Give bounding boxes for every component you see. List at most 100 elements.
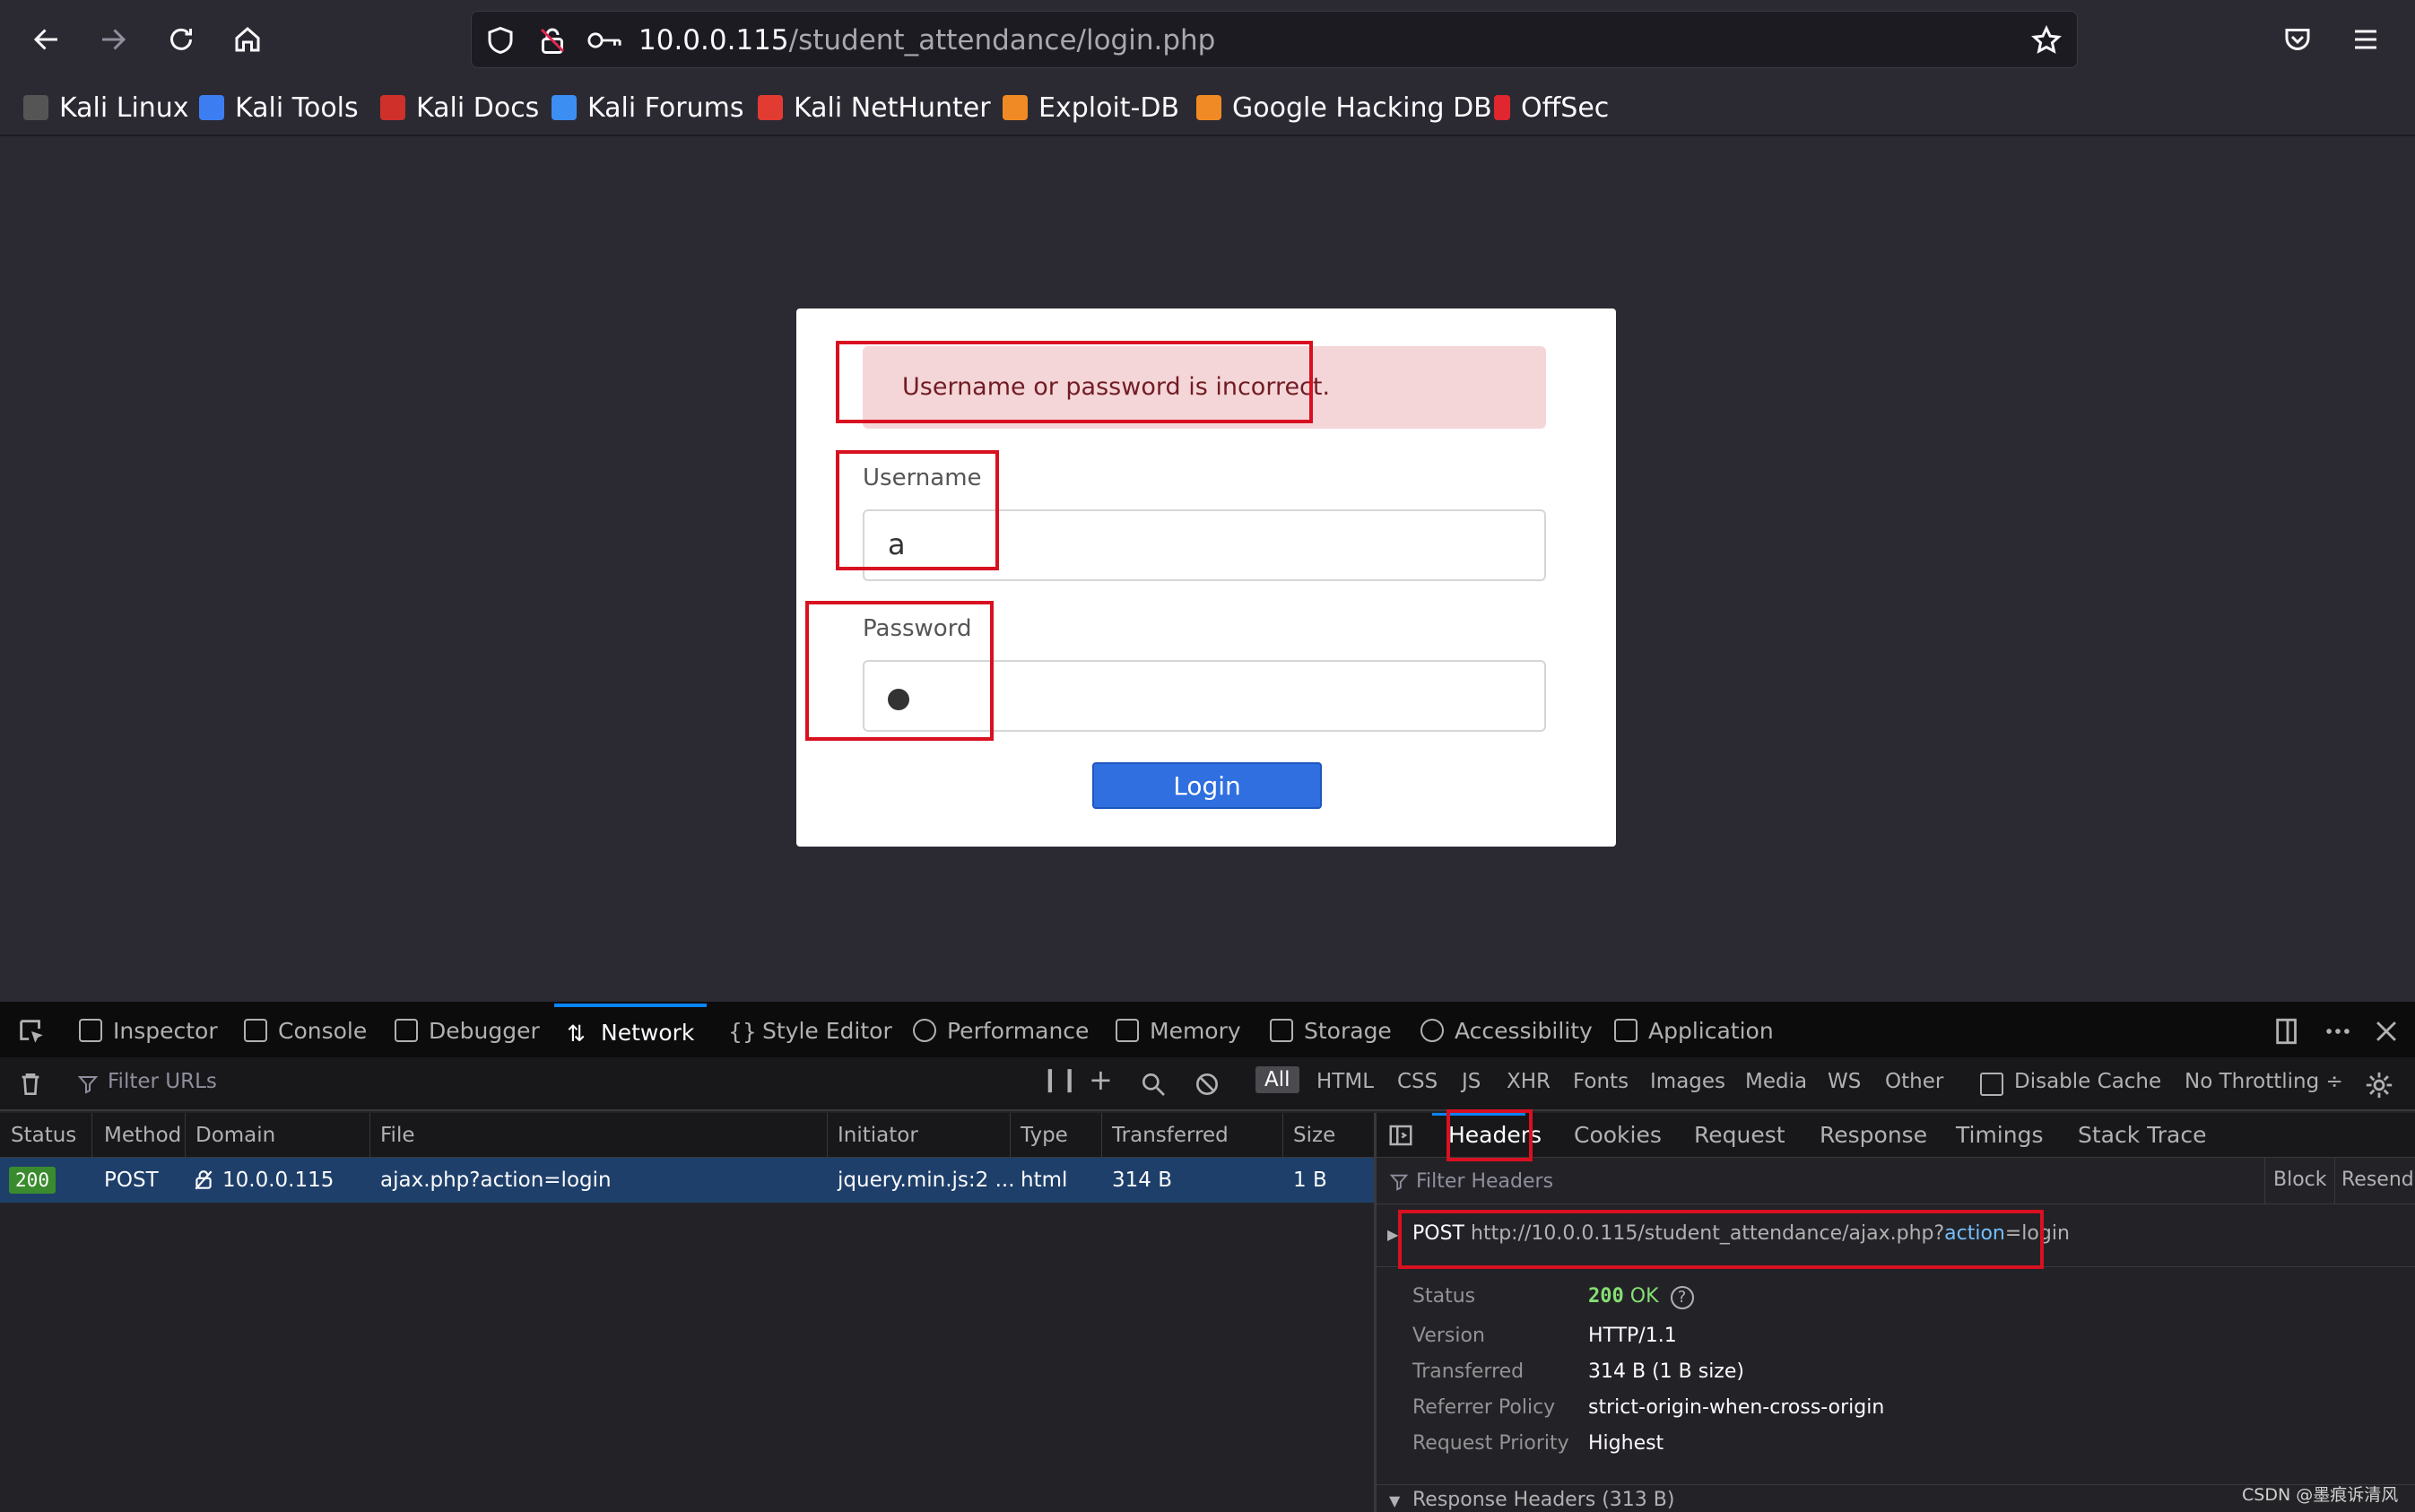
insecure-lock-icon[interactable] xyxy=(536,24,569,56)
filter-html[interactable]: HTML xyxy=(1316,1070,1374,1093)
accessibility-icon xyxy=(1420,1019,1444,1042)
tab-debugger[interactable]: Debugger xyxy=(395,1004,540,1057)
tab-style-editor[interactable]: {} Style Editor xyxy=(728,1004,892,1057)
collapse-arrow-icon[interactable]: ▼ xyxy=(1389,1492,1400,1509)
tab-storage[interactable]: Storage xyxy=(1270,1004,1392,1057)
bookmark-kali-linux[interactable]: Kali Linux xyxy=(23,90,189,126)
col-initiator[interactable]: Initiator xyxy=(838,1124,918,1147)
col-divider[interactable] xyxy=(91,1113,92,1158)
disable-cache-checkbox[interactable] xyxy=(1980,1073,2003,1096)
col-divider[interactable] xyxy=(1010,1113,1011,1158)
filter-js[interactable]: JS xyxy=(1462,1070,1481,1093)
col-divider[interactable] xyxy=(827,1113,828,1158)
request-row[interactable]: 200 POST 10.0.0.115 ajax.php?action=logi… xyxy=(0,1158,1374,1203)
bookmark-kali-forums[interactable]: Kali Forums xyxy=(552,90,743,126)
star-icon[interactable] xyxy=(2030,24,2063,56)
login-button[interactable]: Login xyxy=(1092,762,1322,809)
trash-icon[interactable] xyxy=(16,1070,45,1099)
tab-request[interactable]: Request xyxy=(1694,1122,1785,1148)
col-type[interactable]: Type xyxy=(1021,1124,1068,1147)
filter-urls-input[interactable]: Filter URLs xyxy=(108,1070,217,1093)
help-icon[interactable]: ? xyxy=(1670,1286,1694,1309)
tab-accessibility[interactable]: Accessibility xyxy=(1420,1004,1593,1057)
home-button[interactable] xyxy=(222,14,273,65)
reload-button[interactable] xyxy=(156,14,206,65)
bookmark-kali-tools[interactable]: Kali Tools xyxy=(199,90,359,126)
status-text: OK xyxy=(1629,1285,1659,1308)
exploit-db-icon xyxy=(1003,95,1028,120)
col-file[interactable]: File xyxy=(380,1124,415,1147)
col-divider[interactable] xyxy=(369,1113,370,1158)
forward-button[interactable] xyxy=(88,14,138,65)
col-divider[interactable] xyxy=(1101,1113,1102,1158)
expand-arrow-icon[interactable]: ▶ xyxy=(1387,1226,1398,1243)
browser-toolbar: 10.0.0.115/student_attendance/login.php xyxy=(0,0,2415,79)
col-transferred[interactable]: Transferred xyxy=(1112,1124,1229,1147)
kali-tools-icon xyxy=(199,95,224,120)
block-button[interactable]: Block xyxy=(2273,1169,2327,1191)
search-icon[interactable] xyxy=(1139,1070,1168,1099)
col-divider[interactable] xyxy=(1282,1113,1283,1158)
close-devtools-icon[interactable] xyxy=(2371,1016,2402,1047)
settings-gear-icon[interactable] xyxy=(2364,1070,2394,1100)
dock-toggle-icon[interactable] xyxy=(2272,1016,2303,1047)
col-method[interactable]: Method xyxy=(104,1124,181,1147)
back-button[interactable] xyxy=(22,14,72,65)
tab-stack-trace[interactable]: Stack Trace xyxy=(2078,1122,2206,1148)
filter-headers-input[interactable]: Filter Headers xyxy=(1416,1170,1553,1193)
request-initiator[interactable]: jquery.min.js:2 ... xyxy=(838,1169,1015,1192)
bookmark-offsec[interactable]: OffSec xyxy=(1494,90,1609,126)
tab-network[interactable]: ⇅ Network xyxy=(554,1004,708,1057)
filter-ws[interactable]: WS xyxy=(1828,1070,1861,1093)
page-viewport: Username or password is incorrect. Usern… xyxy=(0,138,2415,1002)
element-picker-icon[interactable] xyxy=(16,1016,47,1047)
col-status[interactable]: Status xyxy=(11,1124,76,1147)
url-text[interactable]: 10.0.0.115/student_attendance/login.php xyxy=(638,24,1215,56)
kali-dragon-icon xyxy=(23,95,48,120)
filter-fonts[interactable]: Fonts xyxy=(1573,1070,1629,1093)
pocket-button[interactable] xyxy=(2272,14,2323,65)
col-size[interactable]: Size xyxy=(1293,1124,1335,1147)
tab-application[interactable]: Application xyxy=(1614,1004,1774,1057)
shield-icon[interactable] xyxy=(484,24,517,56)
header-key-referrer-policy: Referrer Policy xyxy=(1412,1396,1556,1419)
filter-xhr[interactable]: XHR xyxy=(1507,1070,1551,1093)
bookmark-kali-docs[interactable]: Kali Docs xyxy=(380,90,539,126)
plus-icon[interactable]: + xyxy=(1089,1063,1113,1097)
filter-media[interactable]: Media xyxy=(1745,1070,1807,1093)
filter-css[interactable]: CSS xyxy=(1397,1070,1438,1093)
url-bar[interactable]: 10.0.0.115/student_attendance/login.php xyxy=(471,11,2078,68)
toggle-sidebar-icon[interactable] xyxy=(1387,1122,1414,1149)
tab-memory[interactable]: Memory xyxy=(1116,1004,1241,1057)
tab-performance[interactable]: Performance xyxy=(913,1004,1089,1057)
pause-icon[interactable]: ❙❙ xyxy=(1040,1066,1080,1093)
col-divider[interactable] xyxy=(185,1113,186,1158)
more-options-icon[interactable] xyxy=(2323,1016,2353,1047)
menu-button[interactable] xyxy=(2341,14,2391,65)
block-icon[interactable] xyxy=(1193,1070,1221,1099)
tab-inspector[interactable]: Inspector xyxy=(79,1004,218,1057)
filter-all[interactable]: All xyxy=(1255,1066,1299,1093)
bookmark-kali-nethunter[interactable]: Kali NetHunter xyxy=(758,90,991,126)
col-domain[interactable]: Domain xyxy=(195,1124,275,1147)
request-list-header: Status Method Domain File Initiator Type… xyxy=(0,1113,1374,1158)
bookmark-google-hacking-db[interactable]: Google Hacking DB xyxy=(1196,90,1492,126)
kali-docs-icon xyxy=(380,95,405,120)
tab-console[interactable]: Console xyxy=(244,1004,367,1057)
throttling-select[interactable]: No Throttling ÷ xyxy=(2185,1070,2343,1093)
tab-cookies[interactable]: Cookies xyxy=(1574,1122,1662,1148)
request-details-panel: Headers Cookies Request Response Timings… xyxy=(1377,1109,2415,1512)
filter-other[interactable]: Other xyxy=(1885,1070,1943,1093)
highlight-box-password xyxy=(805,601,994,741)
url-path: /student_attendance/login.php xyxy=(788,24,1216,56)
resend-button[interactable]: Resend xyxy=(2334,1169,2414,1191)
console-icon xyxy=(244,1019,267,1042)
filter-images[interactable]: Images xyxy=(1650,1070,1725,1093)
key-icon[interactable] xyxy=(586,24,622,56)
status-badge: 200 xyxy=(9,1167,56,1194)
bookmark-exploit-db[interactable]: Exploit-DB xyxy=(1003,90,1179,126)
devtools-panel: Inspector Console Debugger ⇅ Network {} St… xyxy=(0,1002,2415,1512)
tab-response[interactable]: Response xyxy=(1820,1122,1927,1148)
home-icon xyxy=(235,27,260,52)
tab-timings[interactable]: Timings xyxy=(1956,1122,2044,1148)
